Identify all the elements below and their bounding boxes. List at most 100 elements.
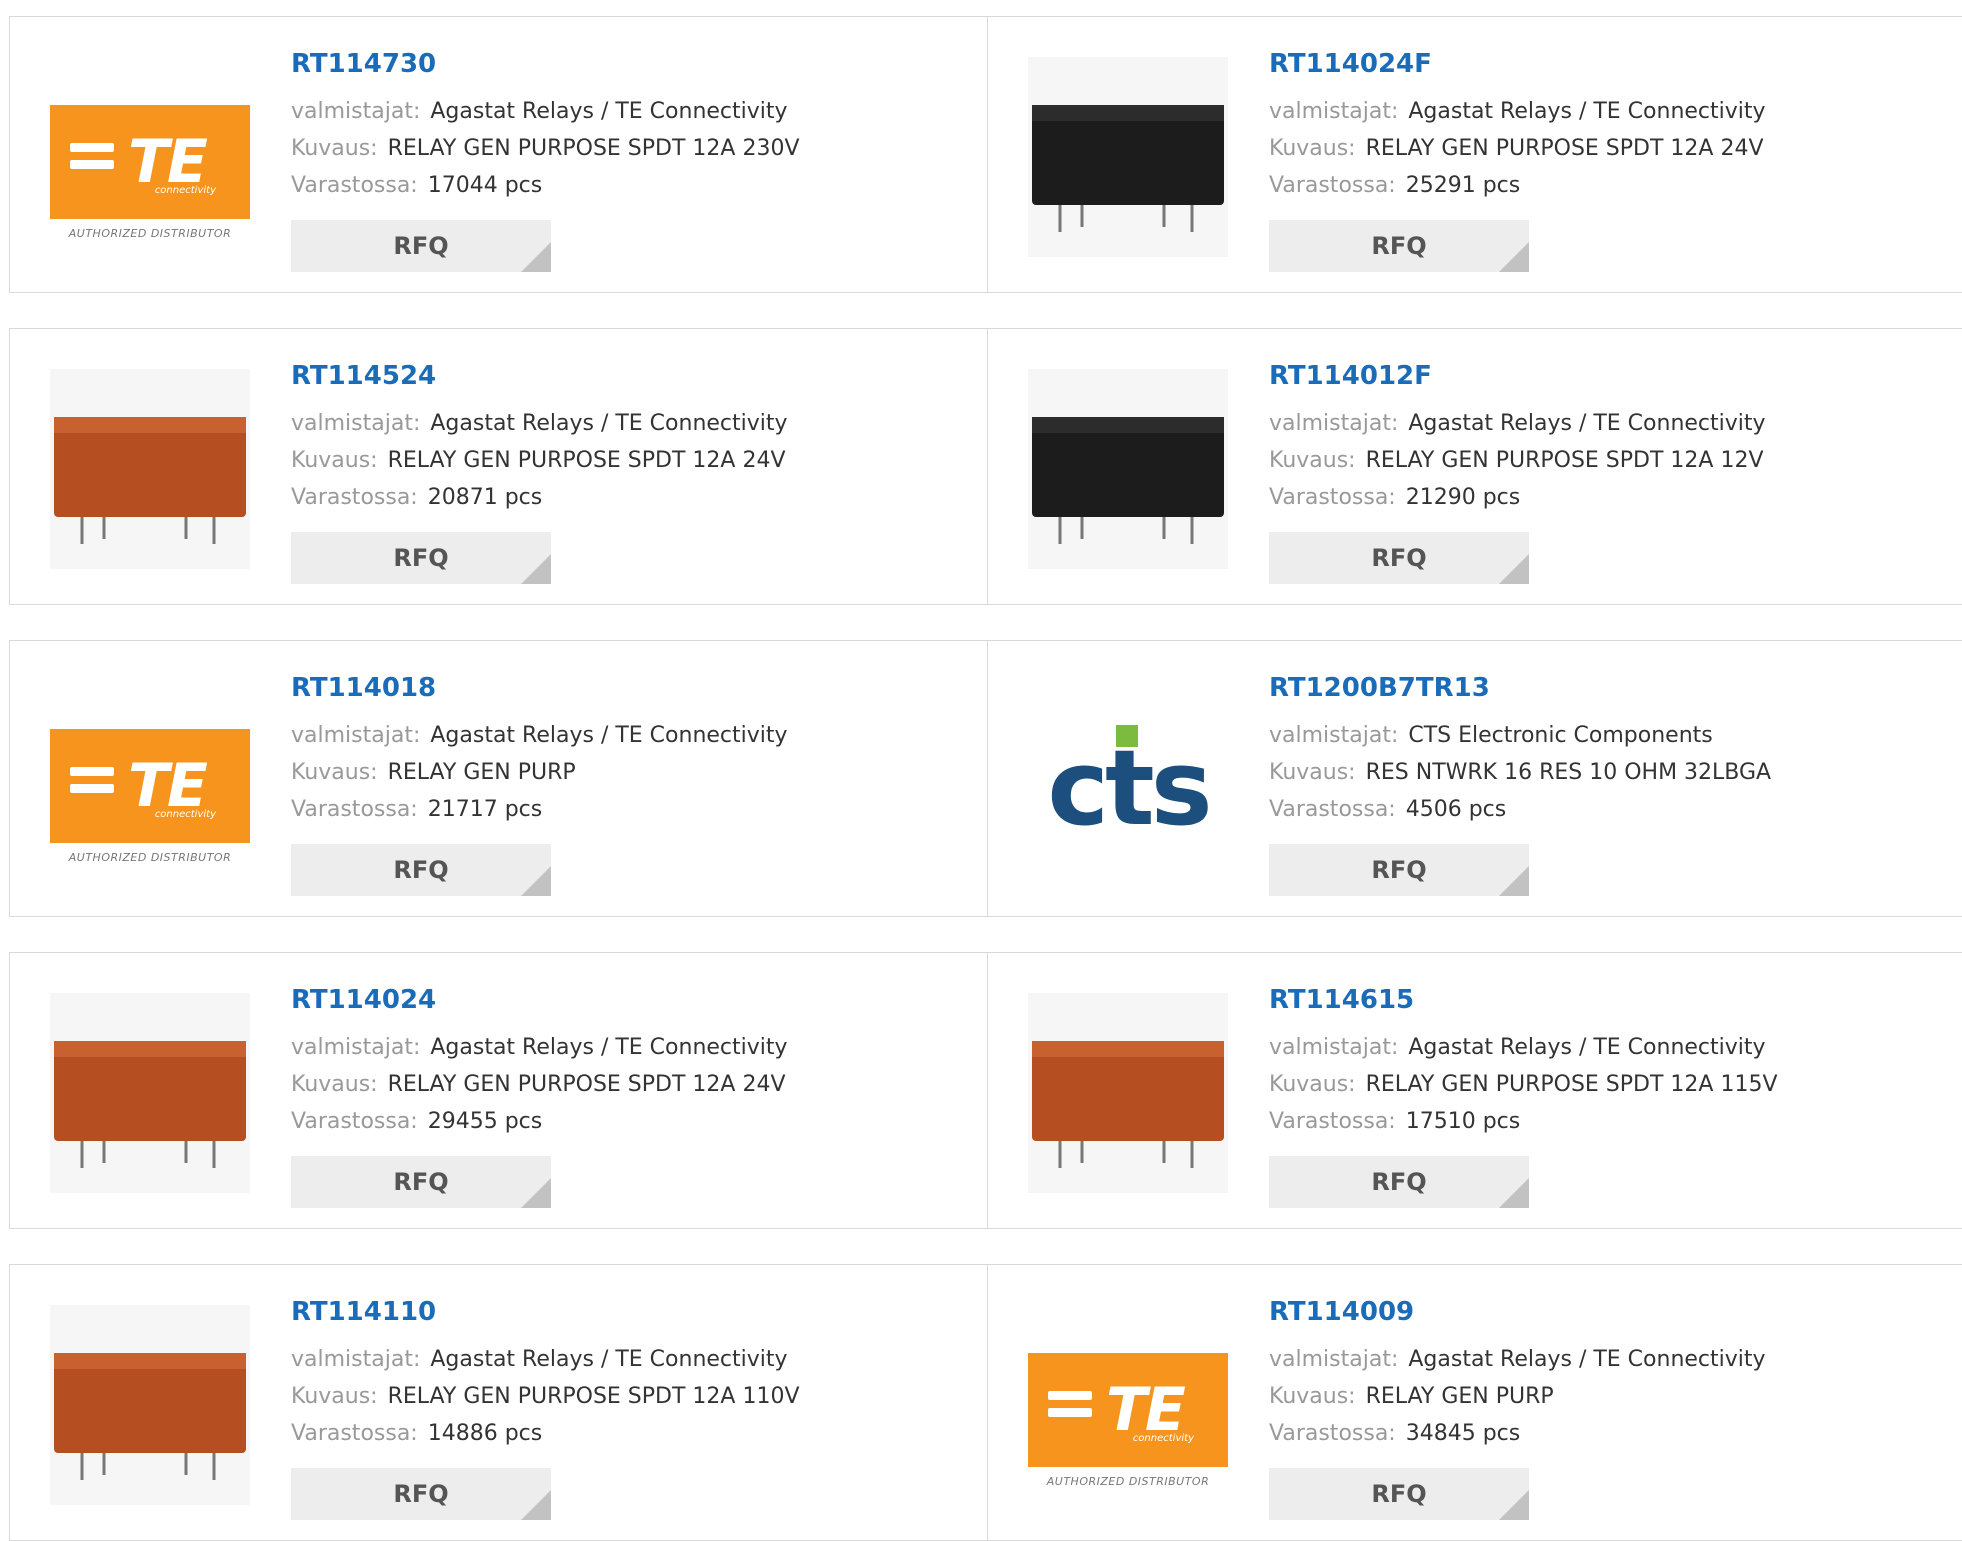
part-number-link[interactable]: RT114524 [291, 359, 967, 393]
te-lines-icon [70, 143, 114, 177]
stock-label: Varastossa: [1269, 485, 1396, 510]
manufacturer-label: valmistajat: [1269, 723, 1399, 748]
manufacturer-row: valmistajat: Agastat Relays / TE Connecti… [291, 1029, 967, 1066]
stock-label: Varastossa: [291, 1421, 418, 1446]
cts-logo: cts [1028, 681, 1228, 881]
stock-row: Varastossa: 4506 pcs [1269, 791, 1951, 828]
manufacturer-label: valmistajat: [1269, 1347, 1399, 1372]
product-card: RT114615 valmistajat: Agastat Relays / TE… [987, 952, 1962, 1229]
te-logo-box: TE connectivity [1028, 1353, 1228, 1467]
orange-relay-image [50, 993, 250, 1193]
corner-triangle-icon [1499, 1490, 1529, 1520]
product-info: RT114024F valmistajat: Agastat Relays / T… [1269, 47, 1951, 272]
rfq-button[interactable]: RFQ [291, 844, 551, 896]
description-row: Kuvaus: RELAY GEN PURPOSE SPDT 12A 110V [291, 1378, 967, 1415]
part-number-link[interactable]: RT114009 [1269, 1295, 1951, 1329]
part-number-link[interactable]: RT114018 [291, 671, 967, 705]
product-image[interactable]: TE connectivity AUTHORIZED DISTRIBUTOR [50, 57, 250, 257]
product-image[interactable] [1028, 57, 1228, 257]
stock-row: Varastossa: 20871 pcs [291, 479, 967, 516]
part-number-link[interactable]: RT114024F [1269, 47, 1951, 81]
description-label: Kuvaus: [291, 760, 378, 785]
part-number-link[interactable]: RT114615 [1269, 983, 1951, 1017]
manufacturer-label: valmistajat: [291, 1035, 421, 1060]
product-card: RT114524 valmistajat: Agastat Relays / TE… [9, 328, 988, 605]
product-image[interactable]: TE connectivity AUTHORIZED DISTRIBUTOR [1028, 1305, 1228, 1505]
stock-label: Varastossa: [291, 1109, 418, 1134]
rfq-button[interactable]: RFQ [291, 1468, 551, 1520]
authorized-distributor-text: AUTHORIZED DISTRIBUTOR [68, 851, 232, 864]
manufacturer-row: valmistajat: Agastat Relays / TE Connecti… [1269, 1341, 1951, 1378]
stock-value: 20871 pcs [427, 485, 543, 510]
product-info: RT114024 valmistajat: Agastat Relays / TE… [291, 983, 967, 1208]
manufacturer-row: valmistajat: Agastat Relays / TE Connecti… [291, 405, 967, 442]
rfq-button[interactable]: RFQ [291, 532, 551, 584]
rfq-button[interactable]: RFQ [1269, 1468, 1529, 1520]
manufacturer-row: valmistajat: Agastat Relays / TE Connecti… [291, 93, 967, 130]
description-label: Kuvaus: [291, 1072, 378, 1097]
product-info: RT114615 valmistajat: Agastat Relays / TE… [1269, 983, 1951, 1208]
manufacturer-row: valmistajat: Agastat Relays / TE Connecti… [291, 1341, 967, 1378]
product-image[interactable] [50, 369, 250, 569]
part-number-link[interactable]: RT114012F [1269, 359, 1951, 393]
stock-label: Varastossa: [1269, 173, 1396, 198]
description-row: Kuvaus: RELAY GEN PURPOSE SPDT 12A 24V [291, 1066, 967, 1103]
te-logo-box: TE connectivity [50, 729, 250, 843]
manufacturer-label: valmistajat: [1269, 411, 1399, 436]
rfq-button[interactable]: RFQ [1269, 532, 1529, 584]
product-image[interactable] [1028, 993, 1228, 1193]
product-info: RT114018 valmistajat: Agastat Relays / TE… [291, 671, 967, 896]
stock-row: Varastossa: 14886 pcs [291, 1415, 967, 1452]
product-image[interactable]: TE connectivity AUTHORIZED DISTRIBUTOR [50, 681, 250, 881]
product-image[interactable] [50, 993, 250, 1193]
product-info: RT114110 valmistajat: Agastat Relays / TE… [291, 1295, 967, 1520]
description-value: RELAY GEN PURPOSE SPDT 12A 110V [387, 1384, 800, 1409]
product-grid: TE connectivity AUTHORIZED DISTRIBUTOR RT1… [0, 0, 1962, 1541]
rfq-label: RFQ [393, 856, 449, 884]
part-number-link[interactable]: RT114024 [291, 983, 967, 1017]
product-info: RT1200B7TR13 valmistajat: CTS Electronic … [1269, 671, 1951, 896]
stock-value: 14886 pcs [427, 1421, 543, 1446]
te-lines-icon [70, 767, 114, 801]
te-connectivity-logo: TE connectivity AUTHORIZED DISTRIBUTOR [1028, 1305, 1228, 1505]
description-label: Kuvaus: [291, 448, 378, 473]
manufacturer-row: valmistajat: Agastat Relays / TE Connecti… [1269, 1029, 1951, 1066]
stock-label: Varastossa: [1269, 1421, 1396, 1446]
rfq-label: RFQ [1371, 1168, 1427, 1196]
product-image[interactable] [1028, 369, 1228, 569]
description-row: Kuvaus: RELAY GEN PURPOSE SPDT 12A 115V [1269, 1066, 1951, 1103]
part-number-link[interactable]: RT114730 [291, 47, 967, 81]
manufacturer-label: valmistajat: [1269, 1035, 1399, 1060]
product-card: TE connectivity AUTHORIZED DISTRIBUTOR RT1… [987, 1264, 1962, 1541]
manufacturer-value: Agastat Relays / TE Connectivity [430, 411, 788, 436]
description-row: Kuvaus: RELAY GEN PURPOSE SPDT 12A 24V [291, 442, 967, 479]
corner-triangle-icon [521, 242, 551, 272]
description-label: Kuvaus: [1269, 448, 1356, 473]
manufacturer-value: Agastat Relays / TE Connectivity [1408, 1035, 1766, 1060]
rfq-button[interactable]: RFQ [291, 220, 551, 272]
manufacturer-label: valmistajat: [291, 411, 421, 436]
description-value: RES NTWRK 16 RES 10 OHM 32LBGA [1365, 760, 1772, 785]
product-image[interactable]: cts [1028, 681, 1228, 881]
product-image[interactable] [50, 1305, 250, 1505]
description-row: Kuvaus: RELAY GEN PURP [1269, 1378, 1951, 1415]
corner-triangle-icon [1499, 242, 1529, 272]
product-info: RT114012F valmistajat: Agastat Relays / T… [1269, 359, 1951, 584]
part-number-link[interactable]: RT114110 [291, 1295, 967, 1329]
product-card: RT114110 valmistajat: Agastat Relays / TE… [9, 1264, 988, 1541]
product-card: cts RT1200B7TR13 valmistajat: CTS Electro… [987, 640, 1962, 917]
stock-label: Varastossa: [291, 173, 418, 198]
corner-triangle-icon [1499, 1178, 1529, 1208]
rfq-button[interactable]: RFQ [291, 1156, 551, 1208]
stock-row: Varastossa: 29455 pcs [291, 1103, 967, 1140]
part-number-link[interactable]: RT1200B7TR13 [1269, 671, 1951, 705]
rfq-button[interactable]: RFQ [1269, 1156, 1529, 1208]
orange-relay-image [50, 369, 250, 569]
rfq-button[interactable]: RFQ [1269, 844, 1529, 896]
description-row: Kuvaus: RELAY GEN PURPOSE SPDT 12A 12V [1269, 442, 1951, 479]
description-row: Kuvaus: RES NTWRK 16 RES 10 OHM 32LBGA [1269, 754, 1951, 791]
description-value: RELAY GEN PURPOSE SPDT 12A 230V [387, 136, 800, 161]
manufacturer-row: valmistajat: Agastat Relays / TE Connecti… [1269, 405, 1951, 442]
description-value: RELAY GEN PURPOSE SPDT 12A 24V [387, 1072, 786, 1097]
rfq-button[interactable]: RFQ [1269, 220, 1529, 272]
